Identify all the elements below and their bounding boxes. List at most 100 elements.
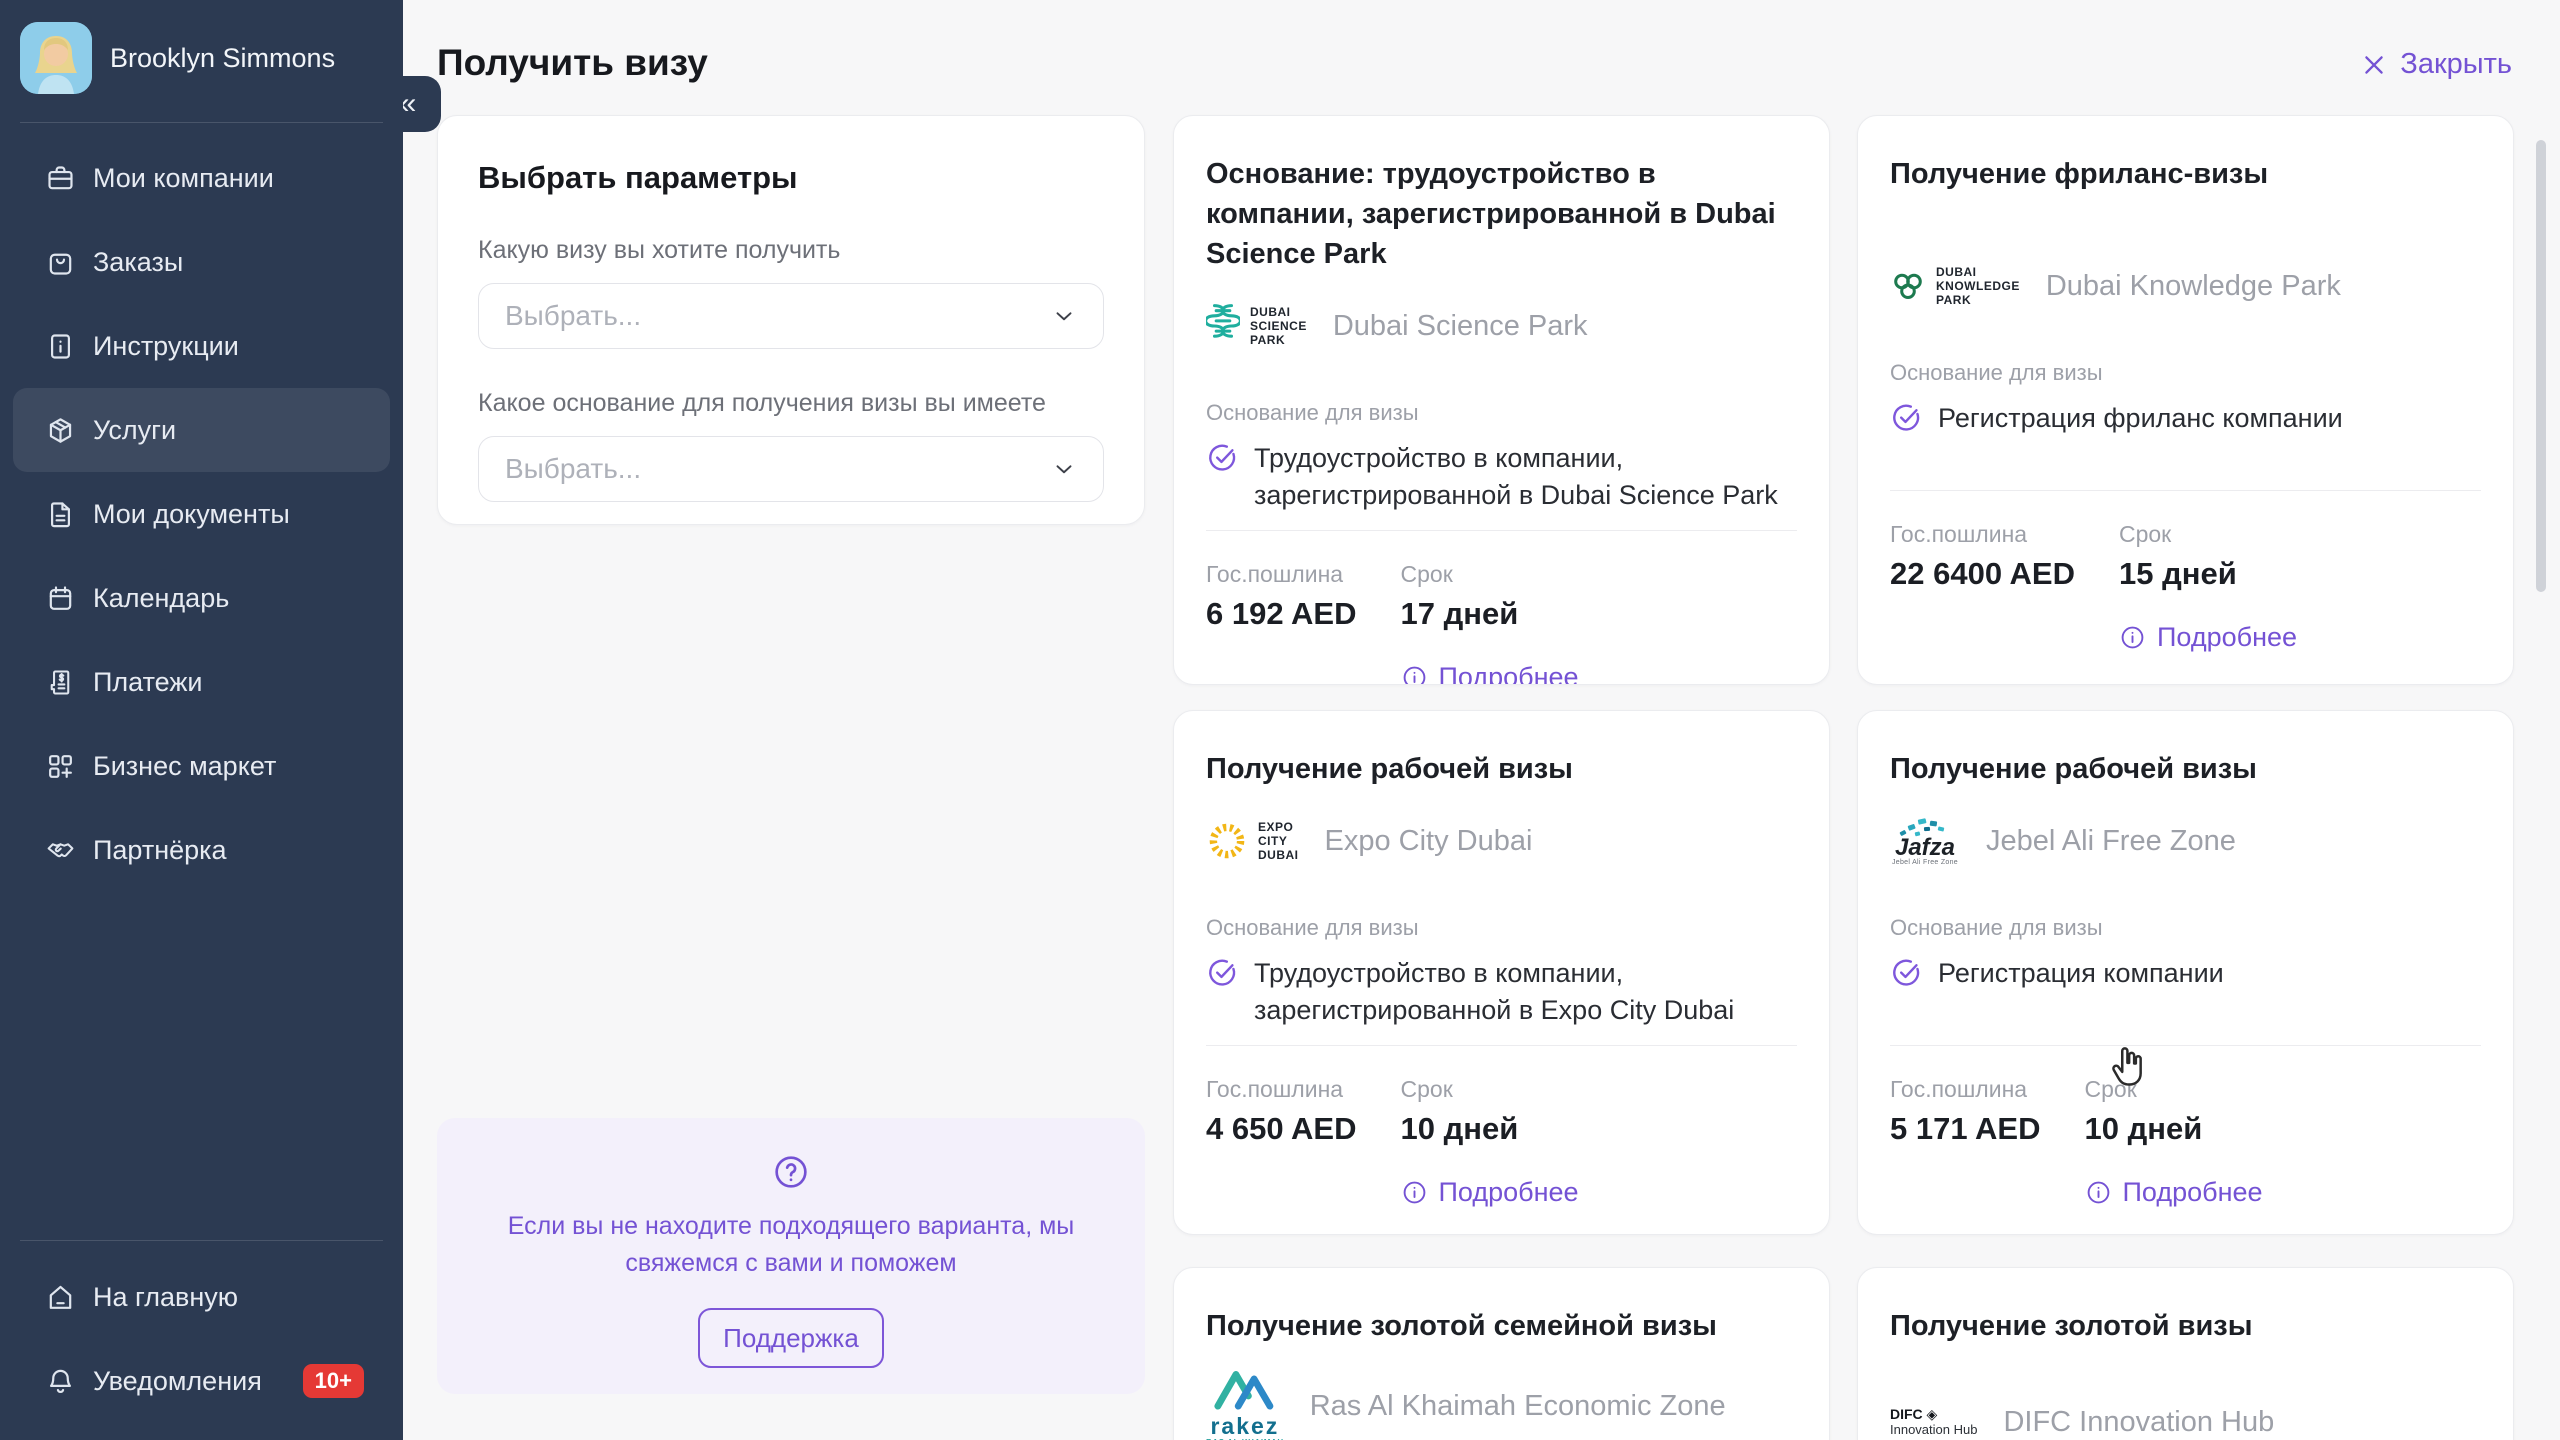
- home-icon: [45, 1282, 76, 1313]
- card-title: Получение рабочей визы: [1890, 749, 2481, 789]
- sidebar-item-label: Платежи: [93, 667, 203, 698]
- logo-text: DUBAI: [1258, 848, 1299, 862]
- logo-text: PARK: [1250, 333, 1307, 347]
- card-divider: [1206, 1045, 1797, 1046]
- scrollbar-thumb[interactable]: [2536, 140, 2546, 592]
- sidebar-item-label: Услуги: [93, 415, 176, 446]
- sidebar-item-documents[interactable]: Мои документы: [13, 472, 390, 556]
- logo-text: Jafza: [1895, 837, 1955, 859]
- sidebar-item-label: Мои документы: [93, 499, 290, 530]
- fee-label: Гос.пошлина: [1890, 1076, 2041, 1103]
- details-label: Подробнее: [1439, 662, 1579, 685]
- term-label: Срок: [2085, 1076, 2263, 1103]
- details-link[interactable]: Подробнее: [2085, 1177, 2263, 1208]
- instructions-icon: [45, 331, 76, 362]
- sidebar-item-home[interactable]: На главную: [13, 1255, 390, 1339]
- provider-name: DIFC Innovation Hub: [2003, 1406, 2274, 1439]
- term-value: 10 дней: [2085, 1111, 2263, 1147]
- handshake-icon: [45, 835, 76, 866]
- market-icon: [45, 751, 76, 782]
- support-text: Если вы не находите подходящего варианта…: [481, 1208, 1101, 1282]
- card-title: Основание: трудоустройство в компании, з…: [1206, 154, 1797, 274]
- visa-basis-select[interactable]: Выбрать...: [478, 436, 1104, 502]
- sidebar-item-label: Бизнес маркет: [93, 751, 276, 782]
- reason-label: Основание для визы: [1206, 915, 1797, 941]
- details-link[interactable]: Подробнее: [2119, 622, 2297, 653]
- logo-text: EXPO: [1258, 820, 1299, 834]
- sidebar-item-label: Инструкции: [93, 331, 239, 362]
- bag-icon: [45, 247, 76, 278]
- visa-card-rakez[interactable]: Получение золотой семейной визы rakez RA…: [1173, 1267, 1830, 1440]
- jafza-logo: Jafza Jebel Ali Free Zone: [1890, 817, 1960, 866]
- term-label: Срок: [1401, 561, 1579, 588]
- logo-text: DUBAI: [1250, 305, 1307, 319]
- visa-type-placeholder: Выбрать...: [505, 300, 641, 332]
- sidebar-item-services[interactable]: Услуги: [13, 388, 390, 472]
- visa-card-jebel-ali-free-zone[interactable]: Получение рабочей визы Jafza Jebel Ali F…: [1857, 710, 2514, 1235]
- user-profile[interactable]: Brooklyn Simmons: [20, 22, 335, 94]
- term-label: Срок: [2119, 521, 2297, 548]
- close-label: Закрыть: [2400, 48, 2512, 81]
- fee-label: Гос.пошлина: [1206, 1076, 1357, 1103]
- difc-logo: DIFC ◈ Innovation Hub: [1890, 1406, 1977, 1438]
- filter-panel: Выбрать параметры Какую визу вы хотите п…: [437, 115, 1145, 525]
- expo-city-dubai-logo: EXPO CITY DUBAI: [1206, 820, 1299, 862]
- info-icon: [1401, 1179, 1428, 1206]
- card-divider: [1890, 1045, 2481, 1046]
- details-label: Подробнее: [2157, 622, 2297, 653]
- question-circle-icon: [771, 1152, 811, 1192]
- check-circle-icon: [1890, 957, 1922, 989]
- sidebar-item-payments[interactable]: Платежи: [13, 640, 390, 724]
- logo-text: DUBAI: [1936, 265, 2020, 279]
- details-link[interactable]: Подробнее: [1401, 1177, 1579, 1208]
- info-icon: [2119, 624, 2146, 651]
- dkp-logo-icon: [1890, 268, 1926, 304]
- user-name: Brooklyn Simmons: [110, 43, 335, 74]
- support-panel: Если вы не находите подходящего варианта…: [437, 1118, 1145, 1394]
- visa-card-expo-city-dubai[interactable]: Получение рабочей визы EXPO CITY DUBAI E…: [1173, 710, 1830, 1235]
- sidebar-item-partnership[interactable]: Партнёрка: [13, 808, 390, 892]
- card-title: Получение золотой семейной визы: [1206, 1306, 1797, 1346]
- reason-text: Регистрация фриланс компании: [1938, 400, 2343, 484]
- avatar: [20, 22, 92, 94]
- sidebar-item-instructions[interactable]: Инструкции: [13, 304, 390, 388]
- chevron-down-icon: [1051, 303, 1077, 329]
- dubai-science-park-logo: DUBAI SCIENCE PARK: [1206, 302, 1307, 350]
- visa-card-dubai-knowledge-park[interactable]: Получение фриланс-визы DUBAI KNOWLEDGE P…: [1857, 115, 2514, 685]
- calendar-icon: [45, 583, 76, 614]
- services-icon: [45, 415, 76, 446]
- card-divider: [1890, 490, 2481, 491]
- reason-text: Регистрация компании: [1938, 955, 2224, 1039]
- info-icon: [1401, 664, 1428, 685]
- check-circle-icon: [1206, 957, 1238, 989]
- provider-name: Expo City Dubai: [1325, 825, 1533, 858]
- fee-value: 22 6400 AED: [1890, 556, 2075, 592]
- provider-name: Ras Al Khaimah Economic Zone: [1310, 1390, 1726, 1423]
- close-button[interactable]: Закрыть: [2360, 48, 2512, 81]
- sidebar-divider-bottom: [20, 1240, 383, 1241]
- support-button[interactable]: Поддержка: [698, 1308, 884, 1368]
- avatar-image: [20, 22, 92, 94]
- logo-text: PARK: [1936, 293, 2020, 307]
- sidebar-item-companies[interactable]: Мои компании: [13, 136, 390, 220]
- page-title: Получить визу: [437, 42, 708, 84]
- fee-value: 5 171 AED: [1890, 1111, 2041, 1147]
- visa-type-label: Какую визу вы хотите получить: [478, 236, 1104, 265]
- sidebar-item-label: Календарь: [93, 583, 229, 614]
- sidebar-divider: [20, 122, 383, 123]
- documents-icon: [45, 499, 76, 530]
- logo-text: rakez: [1210, 1414, 1279, 1438]
- sidebar-item-orders[interactable]: Заказы: [13, 220, 390, 304]
- visa-basis-label: Какое основание для получения визы вы им…: [478, 389, 1104, 418]
- reason-text: Трудоустройство в компании, зарегистриро…: [1254, 440, 1797, 524]
- sidebar-item-notifications[interactable]: Уведомления 10+: [13, 1339, 390, 1423]
- sidebar-item-label: Заказы: [93, 247, 183, 278]
- sidebar-item-calendar[interactable]: Календарь: [13, 556, 390, 640]
- reason-text: Трудоустройство в компании, зарегистриро…: [1254, 955, 1797, 1039]
- info-icon: [2085, 1179, 2112, 1206]
- details-link[interactable]: Подробнее: [1401, 662, 1579, 685]
- visa-type-select[interactable]: Выбрать...: [478, 283, 1104, 349]
- visa-card-difc[interactable]: Получение золотой визы DIFC ◈ Innovation…: [1857, 1267, 2514, 1440]
- visa-card-dubai-science-park[interactable]: Основание: трудоустройство в компании, з…: [1173, 115, 1830, 685]
- sidebar-item-business-market[interactable]: Бизнес маркет: [13, 724, 390, 808]
